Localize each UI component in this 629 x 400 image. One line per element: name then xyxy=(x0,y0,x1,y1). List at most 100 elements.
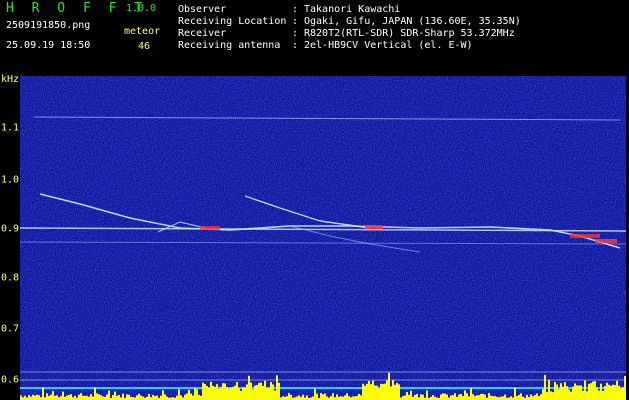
activity-bar xyxy=(464,390,466,400)
activity-bar xyxy=(458,394,460,400)
activity-bar xyxy=(258,383,260,400)
activity-bar xyxy=(220,386,222,400)
activity-bar xyxy=(116,395,118,400)
freq-tick: 0.8 xyxy=(1,272,20,284)
activity-bar xyxy=(492,396,494,400)
activity-bar xyxy=(410,390,412,400)
activity-bar xyxy=(588,383,590,400)
activity-bar xyxy=(54,395,56,400)
activity-bar xyxy=(480,393,482,400)
activity-bar xyxy=(444,393,446,400)
activity-bar xyxy=(96,393,98,400)
activity-bar xyxy=(472,394,474,400)
activity-bar xyxy=(610,385,612,400)
activity-bar xyxy=(532,396,534,400)
activity-bar xyxy=(236,382,238,400)
activity-bar xyxy=(446,394,448,400)
activity-bar xyxy=(90,394,92,400)
echo-hotspot xyxy=(200,226,220,230)
activity-bar xyxy=(596,387,598,400)
freq-tick: 0.9 xyxy=(1,223,20,235)
activity-bar xyxy=(138,393,140,400)
activity-bar xyxy=(578,385,580,400)
activity-bar xyxy=(542,389,544,400)
activity-bar xyxy=(24,395,26,400)
info-value: R820T2(RTL-SDR) SDR-Sharp 53.372MHz xyxy=(304,28,515,39)
activity-bar xyxy=(536,393,538,400)
activity-bar xyxy=(222,383,224,400)
info-key: Receiver xyxy=(178,28,227,39)
activity-bar xyxy=(556,384,558,400)
activity-bar xyxy=(516,395,518,400)
info-value: Takanori Kawachi xyxy=(304,4,401,15)
file-name: 2509191850.png xyxy=(6,20,91,31)
activity-bar xyxy=(406,391,408,400)
activity-bar xyxy=(152,394,154,400)
activity-bar xyxy=(94,387,96,400)
activity-bar xyxy=(234,385,236,400)
activity-bar xyxy=(576,385,578,400)
activity-bar xyxy=(198,394,200,400)
activity-bar xyxy=(402,396,404,400)
activity-bar xyxy=(246,384,248,400)
activity-bar xyxy=(78,394,80,400)
activity-bar xyxy=(226,386,228,400)
activity-bar xyxy=(546,392,548,400)
activity-bar xyxy=(330,396,332,400)
activity-bar xyxy=(162,390,164,400)
activity-bar xyxy=(270,381,272,400)
activity-bar xyxy=(228,388,230,400)
activity-bar xyxy=(550,391,552,400)
activity-bar xyxy=(440,394,442,400)
activity-bar xyxy=(404,395,406,400)
activity-bar xyxy=(348,396,350,400)
activity-bar xyxy=(548,379,550,400)
activity-bar xyxy=(140,395,142,400)
activity-bar xyxy=(358,393,360,400)
header-panel: H R O F F T 1.0.0 2509191850.png 25.09.1… xyxy=(0,0,629,70)
activity-bar xyxy=(48,395,50,400)
activity-bar xyxy=(600,383,602,400)
echo-hotspot xyxy=(595,239,617,243)
activity-bar xyxy=(256,384,258,400)
activity-bar xyxy=(202,382,204,400)
activity-bar xyxy=(540,394,542,400)
spectrogram[interactable] xyxy=(20,76,626,400)
meteor-label: meteor xyxy=(124,26,161,37)
spectrum-noise xyxy=(20,76,626,400)
activity-bar xyxy=(584,380,586,400)
activity-bar xyxy=(598,390,600,400)
info-value: 2el-HB9CV Vertical (el. E-W) xyxy=(304,40,473,51)
activity-bar xyxy=(450,395,452,400)
activity-bar xyxy=(52,391,54,400)
activity-bar xyxy=(50,394,52,400)
activity-bar xyxy=(396,382,398,400)
activity-bar xyxy=(154,395,156,400)
activity-bar xyxy=(514,387,516,400)
activity-bar xyxy=(80,393,82,400)
activity-bar xyxy=(160,395,162,400)
activity-bar xyxy=(314,388,316,400)
activity-bar xyxy=(336,394,338,400)
activity-bar xyxy=(554,381,556,400)
meteor-count: 46 xyxy=(138,41,151,52)
activity-bar xyxy=(378,388,380,400)
activity-bar xyxy=(166,396,168,400)
activity-bar xyxy=(344,395,346,400)
activity-bar xyxy=(580,385,582,400)
activity-bar xyxy=(216,384,218,400)
activity-bar xyxy=(322,394,324,400)
activity-bar xyxy=(30,396,32,400)
activity-bar xyxy=(612,384,614,400)
activity-bar xyxy=(568,389,570,400)
info-value: Ogaki, Gifu, JAPAN (136.60E, 35.35N) xyxy=(304,16,521,27)
activity-bar xyxy=(326,396,328,400)
activity-bar xyxy=(214,386,216,400)
activity-bar xyxy=(386,380,388,400)
activity-bar xyxy=(274,390,276,400)
activity-bar xyxy=(562,386,564,400)
activity-bar xyxy=(530,394,532,400)
activity-bar xyxy=(240,390,242,400)
activity-bar xyxy=(312,396,314,400)
activity-bar xyxy=(114,391,116,400)
